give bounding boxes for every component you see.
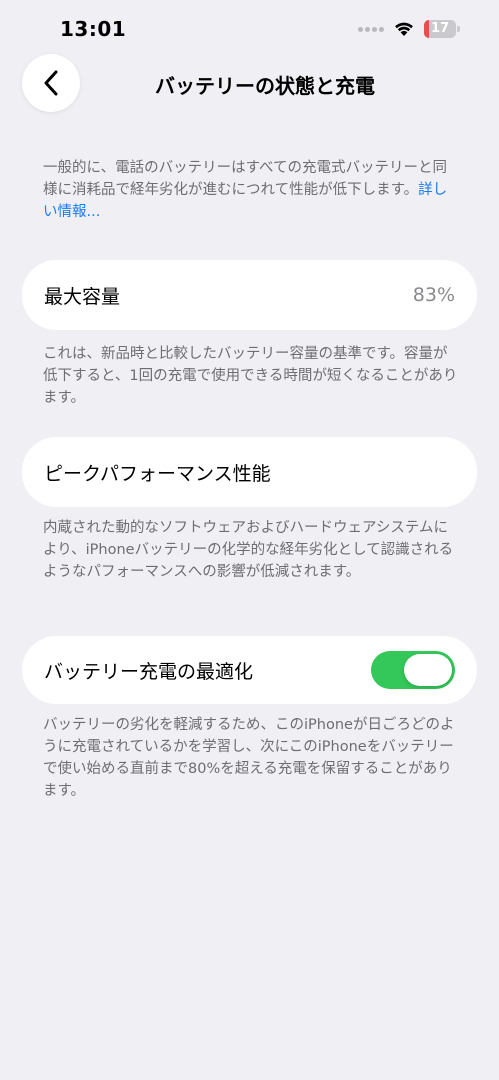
intro-description: 一般的に、電話のバッテリーはすべての充電式バッテリーと同様に消耗品で経年劣化が進… <box>43 157 458 223</box>
back-button[interactable] <box>22 54 80 112</box>
optimized-charging-row: バッテリー充電の最適化 <box>22 636 477 704</box>
status-bar: 13:01 17 <box>0 0 499 56</box>
peak-performance-row[interactable]: ピークパフォーマンス性能 <box>22 437 477 507</box>
cellular-signal-icon <box>358 27 386 33</box>
optimized-charging-label: バッテリー充電の最適化 <box>44 660 254 683</box>
max-capacity-description: これは、新品時と比較したバッテリー容量の基準です。容量が低下すると、1回の充電で… <box>43 346 458 406</box>
peak-performance-label: ピークパフォーマンス性能 <box>44 462 271 485</box>
chevron-left-icon <box>44 70 58 96</box>
intro-text: 一般的に、電話のバッテリーはすべての充電式バッテリーと同様に消耗品で経年劣化が進… <box>43 160 447 198</box>
max-capacity-row: 最大容量 83% <box>22 260 477 330</box>
status-time: 13:01 <box>60 17 127 41</box>
battery-icon: 17 <box>424 20 460 38</box>
optimized-charging-description: バッテリーの劣化を軽減するため、このiPhoneが日ごろどのように充電されている… <box>43 717 455 799</box>
wifi-icon <box>395 22 413 36</box>
battery-level: 17 <box>430 21 450 36</box>
peak-performance-description: 内蔵された動的なソフトウェアおよびハードウェアシステムにより、iPhoneバッテ… <box>43 520 454 580</box>
max-capacity-value: 83% <box>412 284 455 306</box>
max-capacity-label: 最大容量 <box>44 285 121 308</box>
page-title: バッテリーの状態と充電 <box>155 74 375 98</box>
optimized-charging-toggle[interactable] <box>371 651 455 689</box>
toggle-knob <box>404 654 452 686</box>
